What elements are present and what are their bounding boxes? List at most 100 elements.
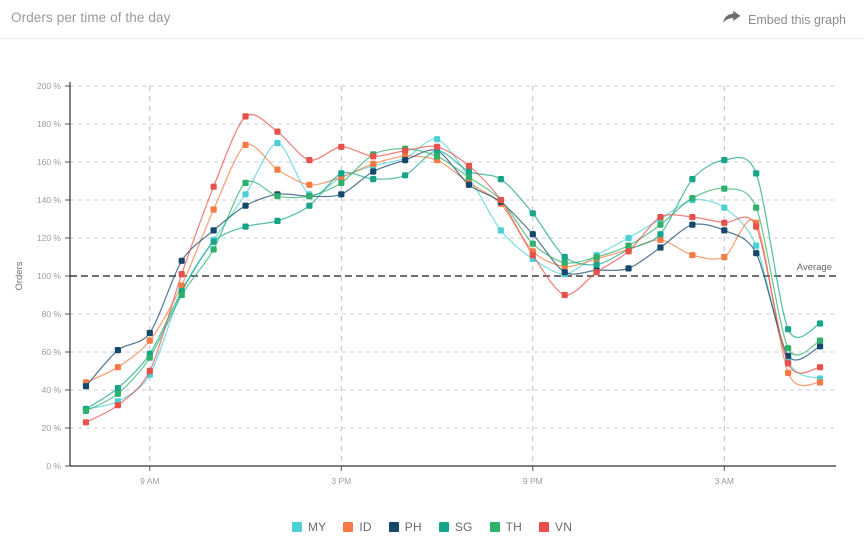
data-point-sg[interactable]: SG: 155 %: [465, 168, 473, 175]
data-point-vn[interactable]: VN: 147 %: [210, 183, 217, 190]
data-point-sg[interactable]: SG: 153 %: [402, 172, 409, 179]
data-point-vn[interactable]: VN: 23 %: [82, 419, 90, 426]
data-point-ph[interactable]: PH: 127 %: [689, 221, 696, 228]
data-point-sg[interactable]: SG: 106 %: [593, 261, 600, 268]
data-point-th[interactable]: TH: 116 %: [625, 242, 632, 249]
data-point-ph[interactable]: PH: 122 %: [529, 231, 536, 238]
data-point-sg[interactable]: SG: 126 %: [242, 223, 249, 230]
data-point-ph[interactable]: PH: 70 %: [146, 329, 153, 337]
data-point-vn[interactable]: VN: 54 %: [785, 360, 792, 367]
data-point-sg[interactable]: SG: 72 %: [785, 326, 792, 333]
line-chart[interactable]: 0 % 20 % 40 % 60 % 80 % 100 % 120 % 140 % 160 % 1…: [0, 38, 864, 498]
data-point-vn[interactable]: VN: 90 %: [561, 291, 568, 299]
data-point-vn[interactable]: VN: 32 %: [114, 402, 121, 409]
data-point-sg[interactable]: SG: 129 %: [274, 217, 281, 224]
data-point-vn[interactable]: VN: 140 %: [497, 196, 504, 204]
data-point-id[interactable]: ID: 44 %: [816, 379, 824, 386]
data-point-th[interactable]: TH: 149 %: [338, 179, 345, 186]
legend-item-my[interactable]: MY: [291, 520, 326, 534]
data-point-th[interactable]: TH: 29 %: [82, 407, 90, 414]
data-point-sg[interactable]: SG: 154 %: [753, 170, 760, 177]
legend-item-ph[interactable]: PH: [388, 520, 422, 534]
data-point-ph[interactable]: PH: 161 %: [402, 157, 409, 164]
data-point-ph[interactable]: PH: 155 %: [370, 168, 377, 175]
data-point-vn[interactable]: VN: 163 %: [370, 153, 377, 160]
data-point-id[interactable]: ID: 52 %: [114, 364, 121, 371]
legend-item-id[interactable]: ID: [343, 520, 372, 534]
data-point-vn[interactable]: VN: 168 %: [338, 143, 345, 150]
data-point-vn[interactable]: VN: 52 %: [816, 364, 824, 371]
legend-item-vn[interactable]: VN: [538, 520, 572, 534]
data-point-th[interactable]: TH: 152 %: [465, 174, 473, 181]
data-point-id[interactable]: ID: 111 %: [689, 252, 696, 259]
data-point-th[interactable]: TH: 141 %: [689, 195, 696, 202]
data-point-sg[interactable]: SG: 137 %: [306, 202, 313, 209]
data-point-vn[interactable]: VN: 168 %: [433, 143, 441, 150]
data-point-ph[interactable]: PH: 124 %: [210, 227, 217, 234]
data-point-my[interactable]: MY: 136 %: [721, 204, 728, 211]
data-point-sg[interactable]: SG: 151 %: [689, 176, 696, 183]
data-point-vn[interactable]: VN: 176 %: [274, 128, 281, 135]
data-point-vn[interactable]: VN: 166 %: [402, 147, 409, 154]
data-point-my[interactable]: MY: 124 %: [497, 227, 504, 234]
data-point-vn[interactable]: VN: 161 %: [306, 157, 313, 164]
data-point-ph[interactable]: PH: 61 %: [114, 347, 121, 354]
data-point-sg[interactable]: SG: 41 %: [114, 385, 121, 392]
data-point-id[interactable]: ID: 135 %: [210, 206, 217, 213]
data-point-vn[interactable]: VN: 126 %: [753, 223, 760, 230]
data-point-ph[interactable]: PH: 112 %: [753, 250, 760, 257]
data-point-id[interactable]: ID: 49 %: [785, 369, 792, 376]
data-point-sg[interactable]: SG: 122 %: [657, 231, 664, 238]
data-point-sg[interactable]: SG: 151 %: [370, 176, 377, 183]
legend-item-th[interactable]: TH: [489, 520, 522, 534]
data-point-id[interactable]: ID: 119 %: [657, 236, 664, 243]
data-point-sg[interactable]: SG: 75 %: [816, 320, 824, 327]
data-point-vn[interactable]: VN: 128 %: [721, 219, 728, 226]
data-point-th[interactable]: TH: 114 %: [210, 246, 217, 253]
data-point-th[interactable]: TH: 146 %: [721, 185, 728, 192]
embed-graph-button[interactable]: Embed this graph: [723, 10, 846, 29]
data-point-id[interactable]: ID: 110 %: [721, 253, 728, 261]
data-point-th[interactable]: TH: 110 %: [593, 253, 600, 261]
data-point-sg[interactable]: SG: 110 %: [561, 253, 568, 261]
data-point-my[interactable]: MY: 116 %: [753, 242, 760, 249]
data-point-th[interactable]: TH: 57 %: [146, 354, 153, 361]
data-point-my[interactable]: MY: 120 %: [625, 234, 632, 242]
data-point-ph[interactable]: PH: 63 %: [816, 343, 824, 350]
data-point-ph[interactable]: PH: 102 %: [561, 269, 568, 276]
data-point-ph[interactable]: PH: 42 %: [82, 383, 90, 390]
data-point-ph[interactable]: PH: 115 %: [657, 244, 664, 251]
data-point-th[interactable]: TH: 149 %: [242, 179, 249, 186]
data-point-id[interactable]: ID: 159 %: [370, 160, 377, 167]
data-point-th[interactable]: TH: 107 %: [561, 259, 568, 266]
data-point-id[interactable]: ID: 156 %: [274, 166, 281, 173]
data-point-th[interactable]: TH: 142 %: [306, 193, 313, 200]
data-point-th[interactable]: TH: 117 %: [529, 240, 536, 247]
data-point-vn[interactable]: VN: 111 %: [529, 252, 536, 259]
data-point-vn[interactable]: VN: 50 %: [146, 367, 153, 375]
data-point-th[interactable]: TH: 163 %: [433, 153, 441, 160]
data-point-my[interactable]: MY: 170 %: [274, 139, 281, 147]
data-point-vn[interactable]: VN: 158 %: [465, 162, 473, 169]
data-point-sg[interactable]: SG: 154 %: [338, 170, 345, 177]
data-point-vn[interactable]: VN: 131 %: [689, 214, 696, 221]
data-point-th[interactable]: TH: 66 %: [816, 337, 824, 344]
data-point-my[interactable]: MY: 143 %: [242, 191, 249, 198]
data-point-vn[interactable]: VN: 184 %: [242, 113, 249, 120]
data-point-vn[interactable]: VN: 131 %: [657, 214, 664, 221]
data-point-th[interactable]: TH: 127 %: [657, 221, 664, 228]
data-point-sg[interactable]: SG: 133 %: [529, 210, 536, 217]
data-point-id[interactable]: ID: 148 %: [306, 181, 313, 188]
data-point-ph[interactable]: PH: 124 %: [721, 227, 728, 234]
data-point-vn[interactable]: VN: 101 %: [178, 271, 185, 278]
data-point-th[interactable]: TH: 38 %: [114, 390, 121, 397]
data-point-ph[interactable]: PH: 108 %: [178, 257, 185, 264]
data-point-my[interactable]: MY: 172 %: [433, 136, 441, 143]
data-point-ph[interactable]: PH: 137 %: [242, 202, 249, 209]
data-point-th[interactable]: TH: 136 %: [753, 204, 760, 211]
data-point-th[interactable]: TH: 90 %: [178, 291, 185, 299]
data-point-th[interactable]: TH: 142 %: [274, 193, 281, 200]
data-point-sg[interactable]: SG: 161 %: [721, 157, 728, 164]
data-point-sg[interactable]: SG: 151 %: [497, 176, 504, 183]
legend-item-sg[interactable]: SG: [438, 520, 473, 534]
